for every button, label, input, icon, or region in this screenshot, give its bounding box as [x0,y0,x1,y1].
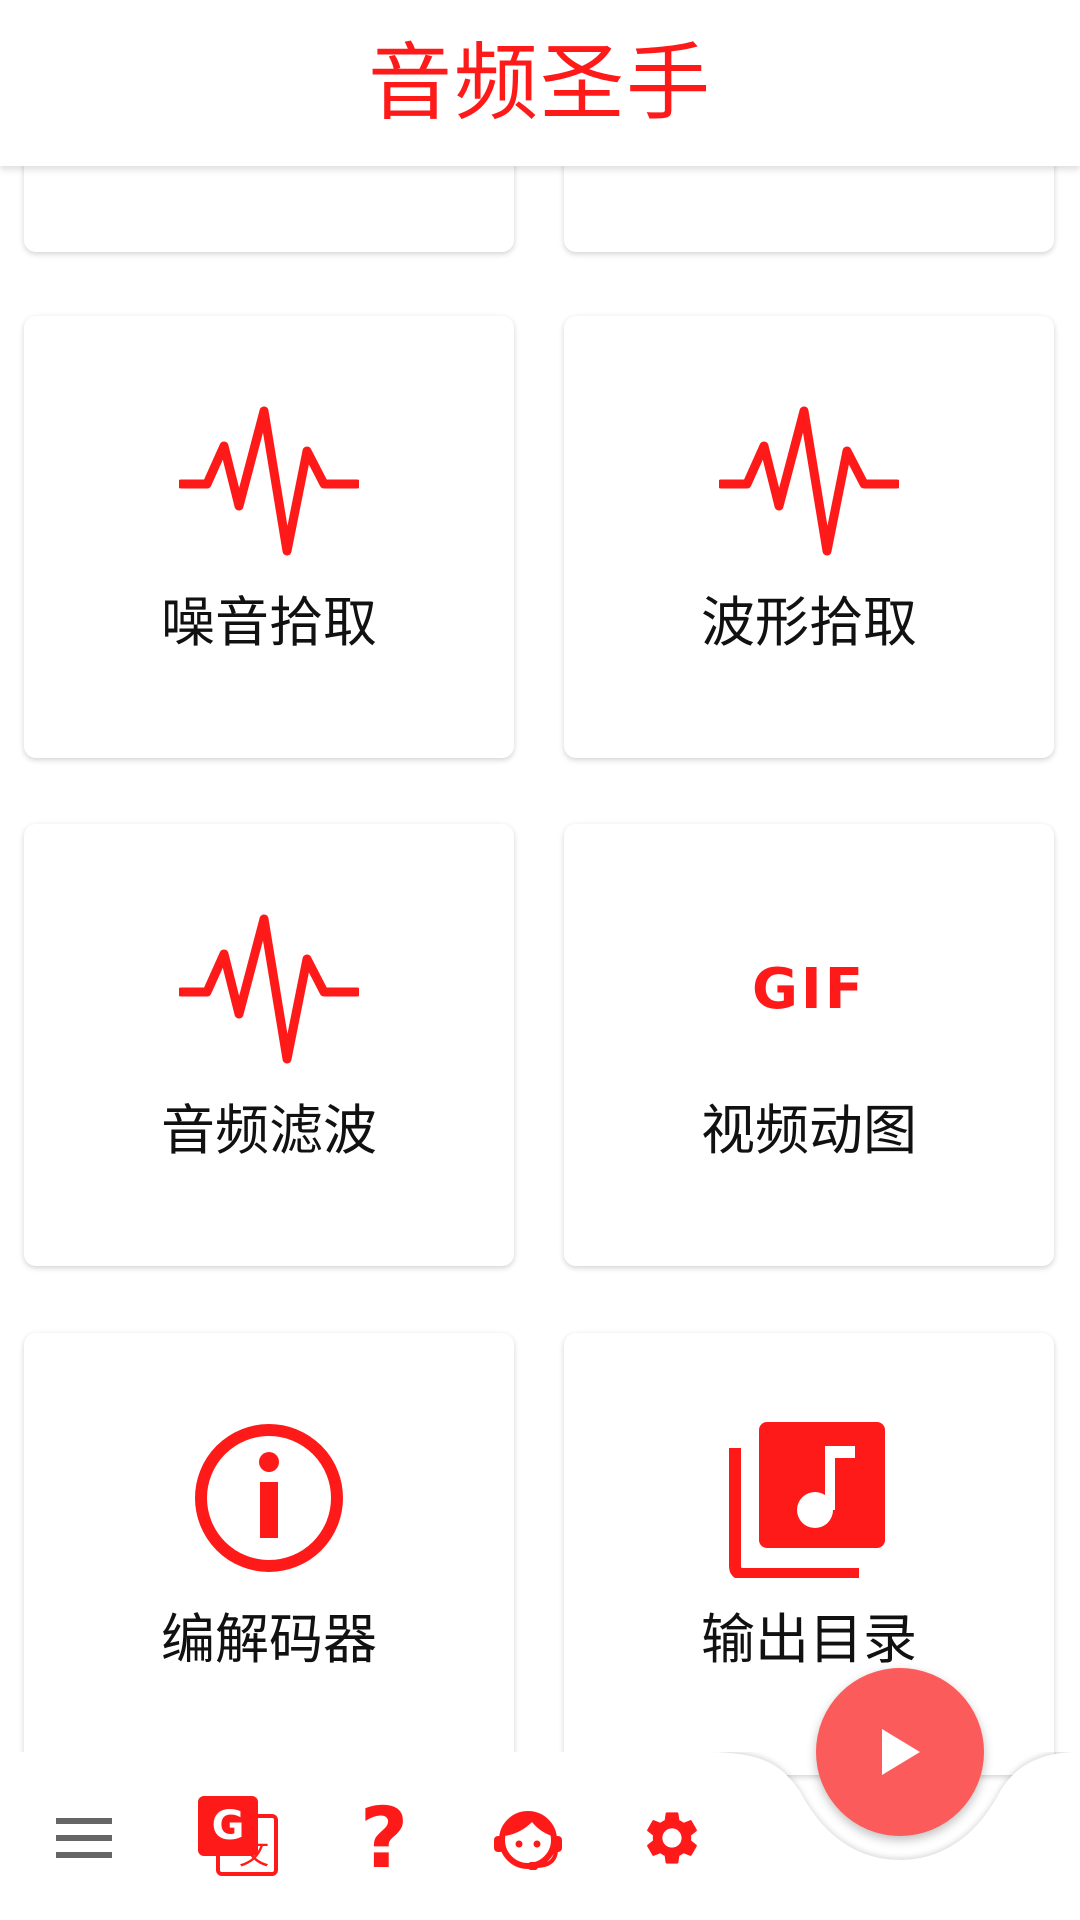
app-header: 音频圣手 [0,0,1080,166]
settings-icon [647,1812,697,1864]
translate-letter: G [211,1803,245,1849]
music-library-icon [719,1422,899,1578]
card-label: 视频动图 [701,1099,917,1162]
help-icon: ? [359,1789,409,1887]
support-agent-icon [494,1811,562,1870]
menu-icon [56,1818,112,1858]
feature-card-waveform-pickup[interactable]: 波形拾取 [564,316,1054,758]
card-label: 编解码器 [161,1608,377,1671]
play-fab-button[interactable] [816,1668,984,1836]
feature-card-noise-pickup[interactable]: 噪音拾取 [24,316,514,758]
gif-icon-text: GIF [751,956,867,1022]
info-icon [179,1423,359,1573]
feature-card-audio-filter[interactable]: 音频滤波 [24,824,514,1266]
feature-card-output-dir[interactable]: 输出目录 [564,1333,1054,1775]
menu-button[interactable] [36,1790,132,1886]
feature-card-video-gif[interactable]: GIF 视频动图 [564,824,1054,1266]
waveform-icon [179,406,359,556]
settings-button[interactable] [624,1790,720,1886]
feature-card-codec[interactable]: 编解码器 [24,1333,514,1775]
translate-icon: 文 G [198,1796,282,1880]
card-label: 噪音拾取 [161,591,377,654]
app-title: 音频圣手 [367,34,712,132]
waveform-icon [719,406,899,556]
card-label: 音频滤波 [161,1099,377,1162]
help-button[interactable]: ? [336,1790,432,1886]
waveform-icon [179,914,359,1064]
play-icon [882,1729,920,1775]
support-button[interactable] [480,1790,576,1886]
card-label: 波形拾取 [701,591,917,654]
card-label: 输出目录 [701,1608,917,1671]
translate-button[interactable]: 文 G [192,1790,288,1886]
gif-icon: GIF [719,914,899,1064]
